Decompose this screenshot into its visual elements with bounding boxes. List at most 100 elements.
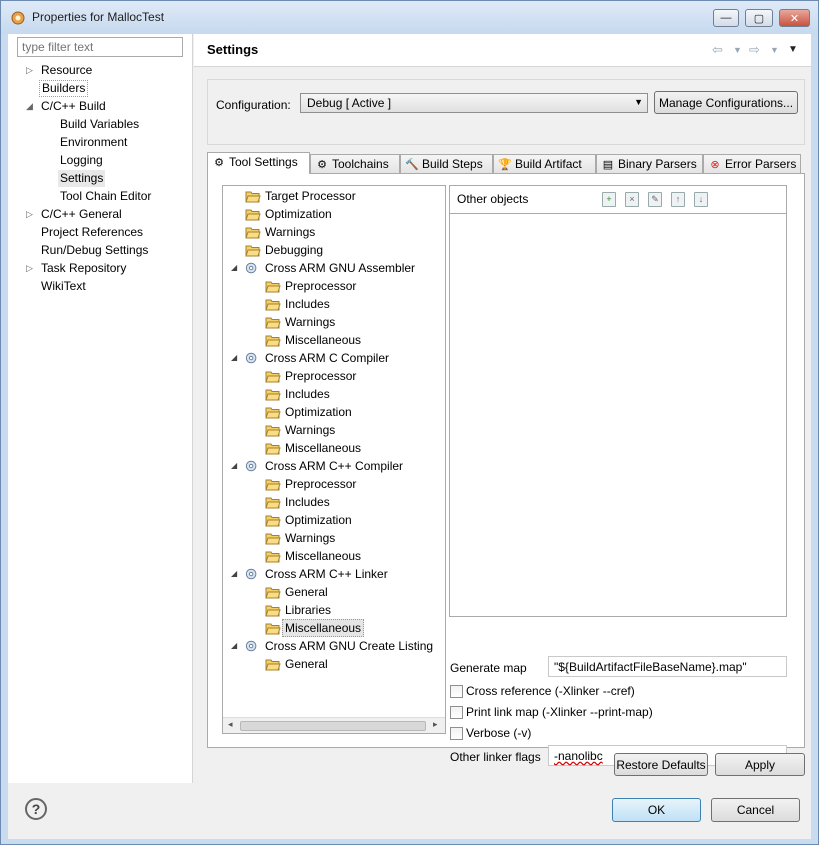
move-down-icon[interactable]: ↓ — [694, 192, 708, 207]
tool-tree-leaf[interactable]: Optimization — [285, 403, 352, 421]
cancel-button[interactable]: Cancel — [711, 798, 800, 822]
nav-item-wikitext[interactable]: WikiText — [39, 278, 88, 295]
tool-tree-leaf[interactable]: Miscellaneous — [285, 439, 361, 457]
tool-tree-leaf[interactable]: General — [285, 655, 328, 673]
tab-build-steps[interactable]: 🔨 Build Steps — [400, 154, 493, 174]
back-arrow-icon[interactable]: ⇦ — [712, 42, 723, 58]
nav-item-resource[interactable]: Resource — [39, 62, 94, 79]
options-folder-icon — [265, 371, 281, 383]
expand-icon[interactable]: ▷ — [26, 260, 33, 277]
delete-icon[interactable]: × — [625, 192, 639, 207]
nav-item-settings[interactable]: Settings — [58, 170, 106, 187]
verbose-option[interactable]: Verbose (-v) — [450, 725, 750, 741]
tool-tree-leaf[interactable]: Target Processor — [265, 187, 356, 205]
nav-item-logging[interactable]: Logging — [58, 152, 105, 169]
tool-tree-leaf[interactable]: Debugging — [265, 241, 323, 259]
edit-icon[interactable]: ✎ — [648, 192, 662, 207]
nav-item-cc-general[interactable]: C/C++ General — [39, 206, 124, 223]
tool-tree-leaf[interactable]: Includes — [285, 385, 330, 403]
collapse-icon[interactable]: ◢ — [231, 259, 237, 277]
tool-tree-leaf[interactable]: Miscellaneous — [282, 619, 365, 637]
tab-build-artifact[interactable]: 🏆 Build Artifact — [493, 154, 596, 174]
tool-tree-leaf[interactable]: Includes — [285, 493, 330, 511]
nav-item-cc-build[interactable]: C/C++ Build — [39, 98, 108, 115]
ok-button[interactable]: OK — [612, 798, 701, 822]
collapse-icon[interactable]: ◢ — [231, 565, 237, 583]
apply-button[interactable]: Apply — [715, 753, 805, 776]
configuration-group: Configuration: Debug [ Active ] ▼ Manage… — [207, 79, 805, 145]
close-button[interactable]: ✕ — [779, 9, 810, 27]
maximize-button[interactable]: ▢ — [745, 9, 773, 27]
nav-item-builders[interactable]: Builders — [39, 80, 89, 97]
expand-icon[interactable]: ▷ — [26, 62, 33, 79]
tool-tree-node[interactable]: Cross ARM C++ Compiler — [265, 457, 403, 475]
nav-item-environment[interactable]: Environment — [58, 134, 129, 151]
options-folder-icon — [265, 623, 281, 635]
forward-arrow-icon[interactable]: ⇨ — [749, 42, 760, 58]
tool-tree-leaf[interactable]: Preprocessor — [285, 475, 356, 493]
scroll-thumb[interactable] — [240, 721, 426, 731]
collapse-icon[interactable]: ◢ — [231, 637, 237, 655]
tool-tree[interactable]: Target Processor Optimization Warnings Debu… — [222, 185, 446, 734]
tool-tree-leaf[interactable]: Warnings — [285, 313, 335, 331]
tool-tree-leaf[interactable]: Optimization — [265, 205, 332, 223]
nav-item-run-debug-settings[interactable]: Run/Debug Settings — [39, 242, 150, 259]
print-link-map-option[interactable]: Print link map (-Xlinker --print-map) — [450, 704, 750, 720]
manage-configurations-button[interactable]: Manage Configurations... — [654, 91, 798, 114]
generate-map-field[interactable]: "${BuildArtifactFileBaseName}.map" — [548, 656, 787, 677]
tab-error-parsers[interactable]: ⊗ Error Parsers — [703, 154, 801, 174]
print-link-map-checkbox[interactable] — [450, 706, 463, 719]
tab-tool-settings[interactable]: ⚙ Tool Settings — [207, 152, 310, 174]
scroll-left-icon[interactable]: ◂ — [228, 719, 233, 730]
configuration-value: Debug [ Active ] — [307, 96, 392, 110]
back-menu-icon[interactable]: ▼ — [733, 45, 742, 55]
tool-tree-leaf[interactable]: Miscellaneous — [285, 547, 361, 565]
nav-item-build-variables[interactable]: Build Variables — [58, 116, 141, 133]
cross-reference-option[interactable]: Cross reference (-Xlinker --cref) — [450, 683, 750, 699]
minimize-button[interactable]: — — [713, 9, 739, 27]
horizontal-scrollbar[interactable]: ◂ ▸ — [223, 717, 445, 733]
tool-tree-node[interactable]: Cross ARM GNU Create Listing — [265, 637, 433, 655]
configuration-select[interactable]: Debug [ Active ] ▼ — [300, 93, 648, 113]
maximize-icon: ▢ — [753, 12, 765, 25]
properties-window: Properties for MallocTest — ▢ ✕ ▷ Resour… — [0, 0, 819, 845]
expand-icon[interactable]: ▷ — [26, 206, 33, 223]
move-up-icon[interactable]: ↑ — [671, 192, 685, 207]
collapse-icon[interactable]: ◢ — [26, 98, 33, 115]
tool-tree-leaf[interactable]: Includes — [285, 295, 330, 313]
tool-tree-leaf[interactable]: Libraries — [285, 601, 331, 619]
tool-tree-node[interactable]: Cross ARM C Compiler — [265, 349, 389, 367]
other-objects-list[interactable]: Other objects + × ✎ ↑ ↓ — [449, 185, 787, 617]
tool-tree-node[interactable]: Cross ARM GNU Assembler — [265, 259, 415, 277]
options-folder-icon — [265, 317, 281, 329]
tool-tree-leaf[interactable]: Preprocessor — [285, 367, 356, 385]
tool-tree-leaf[interactable]: Warnings — [285, 529, 335, 547]
tool-tree-leaf[interactable]: Warnings — [285, 421, 335, 439]
tool-settings-panel: Target Processor Optimization Warnings Debu… — [207, 173, 805, 766]
tool-tree-leaf[interactable]: Miscellaneous — [285, 331, 361, 349]
tool-tree-leaf[interactable]: General — [285, 583, 328, 601]
nav-item-project-references[interactable]: Project References — [39, 224, 145, 241]
tab-binary-parsers[interactable]: ▤ Binary Parsers — [596, 154, 703, 174]
tool-tree-leaf[interactable]: Preprocessor — [285, 277, 356, 295]
cross-reference-checkbox[interactable] — [450, 685, 463, 698]
help-icon[interactable]: ? — [25, 798, 47, 820]
collapse-icon[interactable]: ◢ — [231, 349, 237, 367]
restore-defaults-button[interactable]: Restore Defaults — [614, 753, 708, 776]
filter-input[interactable] — [17, 37, 183, 57]
forward-menu-icon[interactable]: ▼ — [770, 45, 779, 55]
title-bar: Properties for MallocTest — ▢ ✕ — [1, 1, 818, 34]
view-menu-icon[interactable]: ▼ — [788, 44, 798, 55]
tool-tree-node[interactable]: Cross ARM C++ Linker — [265, 565, 388, 583]
toolchains-icon: ⚙ — [317, 159, 327, 171]
nav-item-task-repository[interactable]: Task Repository — [39, 260, 128, 277]
tool-tree-leaf[interactable]: Optimization — [285, 511, 352, 529]
verbose-checkbox[interactable] — [450, 727, 463, 740]
collapse-icon[interactable]: ◢ — [231, 457, 237, 475]
dialog-client: ▷ Resource Builders ◢ C/C++ Build Build … — [8, 34, 811, 839]
tool-tree-leaf[interactable]: Warnings — [265, 223, 315, 241]
scroll-right-icon[interactable]: ▸ — [433, 719, 438, 730]
add-icon[interactable]: + — [602, 192, 616, 207]
nav-item-tool-chain-editor[interactable]: Tool Chain Editor — [58, 188, 153, 205]
tab-toolchains[interactable]: ⚙ Toolchains — [310, 154, 400, 174]
